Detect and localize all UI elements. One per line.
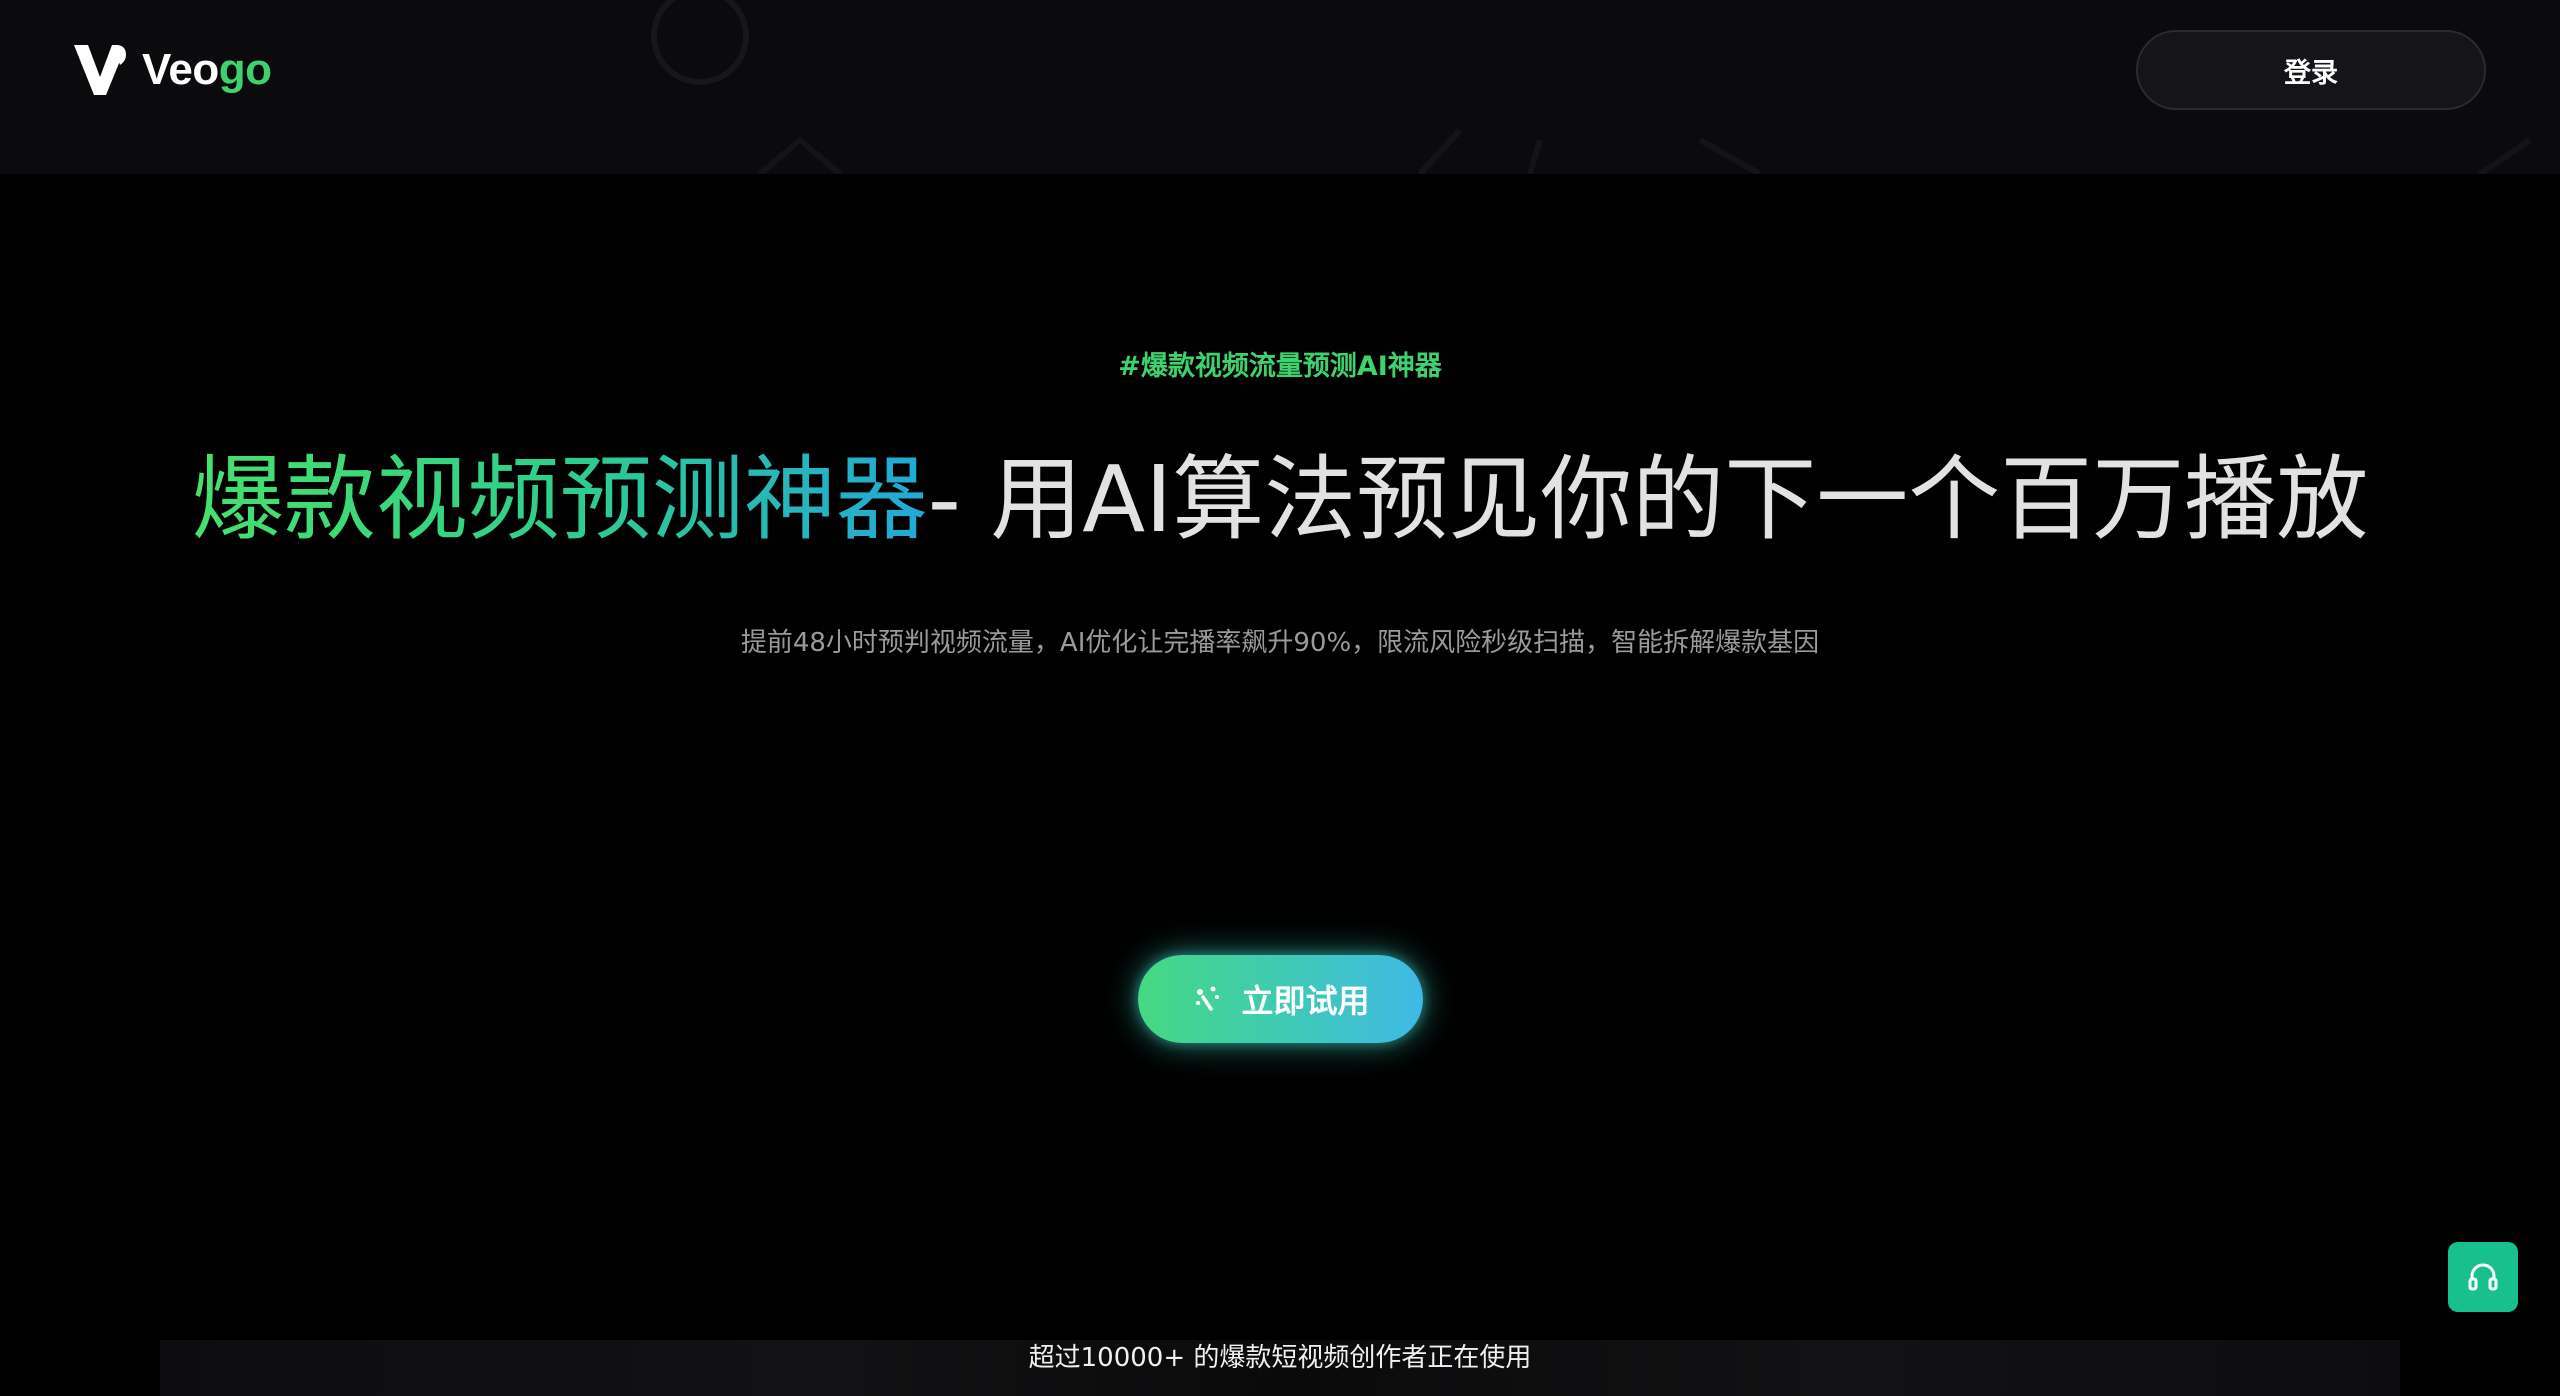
sparkle-icon	[1196, 986, 1220, 1011]
brand-name: Veogo	[142, 45, 272, 95]
brand-logo[interactable]: Veogo	[72, 42, 272, 98]
veogo-logo-icon	[74, 45, 126, 95]
try-now-label: 立即试用	[1241, 982, 1370, 1020]
headline-rest: - 用AI算法预见你的下一个百万播放	[927, 446, 2369, 553]
top-header: Veogo 登录	[0, 0, 2560, 174]
headset-icon	[2468, 1263, 2498, 1291]
brand-name-primary: Veo	[142, 45, 219, 94]
customer-support-button[interactable]	[2448, 1242, 2518, 1312]
hero-headline: 爆款视频预测神器- 用AI算法预见你的下一个百万播放	[0, 440, 2560, 560]
try-now-button[interactable]: 立即试用	[1138, 955, 1423, 1043]
hero-tagline: #爆款视频流量预测AI神器	[1118, 351, 1442, 382]
creator-count-text: 超过10000+ 的爆款短视频创作者正在使用	[1028, 1343, 1532, 1373]
hero-subtitle: 提前48小时预判视频流量，AI优化让完播率飙升90%，限流风险秒级扫描，智能拆解…	[740, 628, 1820, 658]
login-button[interactable]: 登录	[2136, 30, 2486, 110]
headline-highlight: 爆款视频预测神器	[191, 446, 928, 553]
brand-name-accent: go	[218, 45, 272, 94]
